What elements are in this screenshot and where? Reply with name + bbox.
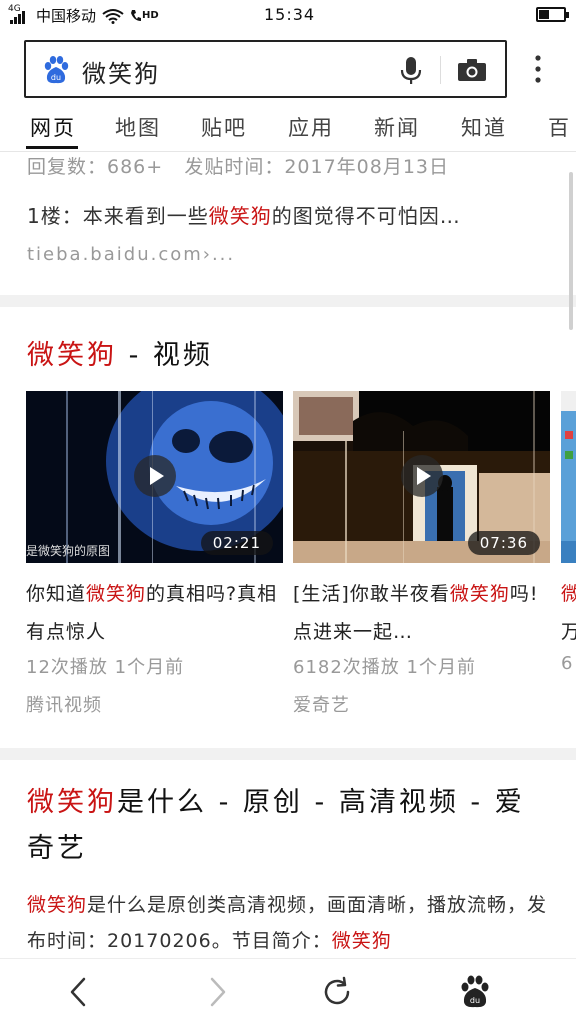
hd-label: HD bbox=[142, 10, 159, 21]
video-thumbnail[interactable]: 07:36 bbox=[293, 391, 550, 563]
video-card[interactable]: 07:36 [生活]你敢半夜看微笑狗吗!点进来一起… 6182次播放 1个月前 … bbox=[293, 391, 550, 717]
snippet-highlight: 微笑狗 bbox=[208, 204, 272, 228]
play-icon[interactable] bbox=[401, 455, 443, 497]
video-duration: 02:21 bbox=[200, 531, 273, 555]
tab-apps[interactable]: 应用 bbox=[288, 112, 334, 142]
tieba-snippet[interactable]: 1楼：本来看到一些微笑狗的图觉得不可怕因… bbox=[27, 200, 461, 229]
result-title-highlight: 微笑狗 bbox=[27, 787, 117, 818]
desc-highlight: 微笑狗 bbox=[27, 894, 88, 916]
microphone-icon[interactable] bbox=[399, 56, 423, 86]
video-duration: 07:36 bbox=[467, 531, 540, 555]
thumbnail-watermark: 是微笑狗的原图 bbox=[26, 544, 111, 558]
status-time: 15:34 bbox=[264, 5, 316, 24]
card-title-pre: [生活]你敢半夜看 bbox=[293, 583, 450, 605]
result-description: 微笑狗是什么是原创类高清视频，画面清晰，播放流畅，发布时间：20170206。节… bbox=[27, 887, 549, 958]
camera-icon[interactable] bbox=[457, 58, 487, 82]
play-icon[interactable] bbox=[134, 455, 176, 497]
hd-call-icon: HD bbox=[130, 9, 159, 23]
video-section-title[interactable]: 微笑狗 - 视频 bbox=[27, 333, 213, 372]
forward-arrow-icon[interactable] bbox=[200, 975, 234, 1009]
tieba-url[interactable]: tieba.baidu.com›... bbox=[27, 244, 235, 265]
back-arrow-icon[interactable] bbox=[62, 975, 96, 1009]
video-card[interactable]: 微万 6 bbox=[561, 391, 576, 674]
video-card-title[interactable]: 微万 bbox=[561, 575, 576, 651]
section-separator bbox=[0, 748, 576, 760]
signal-icon: 4G bbox=[8, 4, 30, 24]
snippet-text: 1楼：本来看到一些 bbox=[27, 204, 209, 228]
search-divider bbox=[440, 56, 441, 84]
search-query[interactable]: 微笑狗 bbox=[82, 54, 160, 89]
baidu-logo-text: du bbox=[51, 73, 61, 82]
refresh-icon[interactable] bbox=[320, 975, 354, 1009]
category-tabs: 网页 地图 贴吧 应用 新闻 知道 百 bbox=[0, 106, 576, 152]
tab-zhidao[interactable]: 知道 bbox=[461, 112, 507, 142]
thumbnail-image bbox=[561, 391, 576, 563]
status-left: 4G 中国移动 HD bbox=[8, 4, 159, 26]
tab-news[interactable]: 新闻 bbox=[374, 112, 420, 142]
video-thumbnail[interactable] bbox=[561, 391, 576, 563]
bottom-toolbar: du bbox=[0, 958, 576, 1024]
baidu-home-icon[interactable]: du bbox=[458, 975, 492, 1009]
card-title-highlight: 微笑狗 bbox=[86, 583, 147, 605]
wifi-icon bbox=[102, 8, 124, 24]
search-box[interactable]: du 微笑狗 bbox=[24, 40, 507, 98]
video-play-count: 12次播放 1个月前 bbox=[26, 657, 185, 678]
scrollbar[interactable] bbox=[569, 172, 573, 330]
video-title-highlight: 微笑狗 bbox=[27, 340, 117, 371]
active-tab-indicator bbox=[26, 146, 78, 149]
baidu-home-logo-text: du bbox=[470, 996, 480, 1005]
desc-text: 是什么是原创类高清视频，画面清晰，播放流畅，发布时间：20170206。节目简介… bbox=[27, 894, 548, 952]
post-time: 发贴时间：2017年08月13日 bbox=[184, 156, 450, 178]
video-source: 爱奇艺 bbox=[293, 695, 350, 716]
status-bar: 4G 中国移动 HD 15:34 bbox=[0, 0, 576, 30]
baidu-paw-icon: du bbox=[44, 56, 69, 84]
video-card-title[interactable]: [生活]你敢半夜看微笑狗吗!点进来一起… bbox=[293, 575, 550, 651]
card-title-post: 万 bbox=[561, 621, 576, 643]
video-title-suffix: - 视频 bbox=[117, 340, 213, 371]
video-thumbnail[interactable]: 是微笑狗的原图 02:21 bbox=[26, 391, 283, 563]
snippet-text-end: 的图觉得不可怕因… bbox=[271, 204, 461, 228]
video-card-title[interactable]: 你知道微笑狗的真相吗?真相有点惊人 bbox=[26, 575, 283, 651]
video-play-count: 6 bbox=[561, 653, 574, 674]
tab-map[interactable]: 地图 bbox=[115, 112, 161, 142]
tab-tieba[interactable]: 贴吧 bbox=[201, 112, 247, 142]
section-separator bbox=[0, 295, 576, 307]
more-menu-icon[interactable] bbox=[532, 54, 544, 84]
result-title[interactable]: 微笑狗是什么 - 原创 - 高清视频 - 爱奇艺 bbox=[27, 780, 547, 872]
video-source: 腾讯视频 bbox=[26, 695, 102, 716]
carrier-name: 中国移动 bbox=[36, 7, 97, 25]
tieba-meta: 回复数：686+ 发贴时间：2017年08月13日 bbox=[27, 152, 449, 179]
card-title-highlight: 微笑狗 bbox=[449, 583, 510, 605]
card-title-pre: 你知道 bbox=[26, 583, 87, 605]
tab-baike[interactable]: 百 bbox=[548, 112, 571, 142]
battery-icon bbox=[536, 7, 569, 22]
tab-web[interactable]: 网页 bbox=[30, 112, 76, 142]
desc-highlight-end: 微笑狗 bbox=[331, 930, 392, 952]
video-card[interactable]: 是微笑狗的原图 02:21 你知道微笑狗的真相吗?真相有点惊人 12次播放 1个… bbox=[26, 391, 283, 717]
card-title-highlight: 微 bbox=[561, 583, 576, 605]
reply-count: 回复数：686+ bbox=[27, 156, 164, 178]
results-content[interactable]: 回复数：686+ 发贴时间：2017年08月13日 1楼：本来看到一些微笑狗的图… bbox=[0, 152, 576, 958]
video-play-count: 6182次播放 1个月前 bbox=[293, 657, 476, 678]
